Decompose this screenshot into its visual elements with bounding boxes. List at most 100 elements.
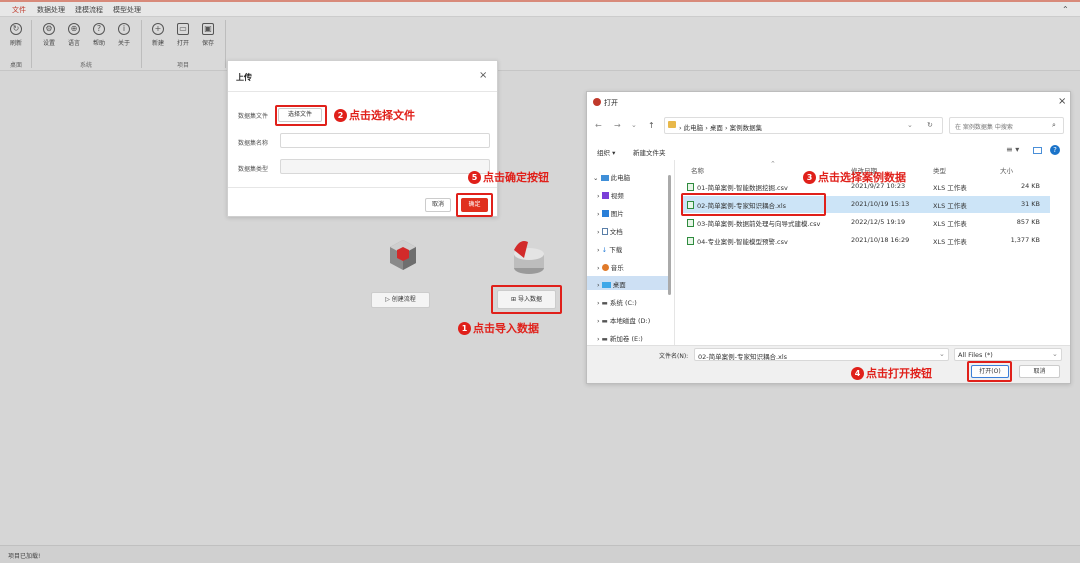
help-button[interactable]: ? 帮助 <box>88 21 110 47</box>
nav-music[interactable]: › 音乐 <box>597 262 624 272</box>
nav-this-pc[interactable]: ⌄ 此电脑 <box>593 172 630 182</box>
close-icon[interactable]: × <box>1058 96 1066 107</box>
forward-arrow-icon[interactable]: → <box>614 121 621 130</box>
create-flow-button[interactable]: ▷ 创建流程 <box>371 292 430 308</box>
file-type-select[interactable]: All Files (*) ⌄ <box>954 348 1062 361</box>
menu-bar: 文件 数据处理 建模流程 模型处理 ⌃ <box>0 0 1080 17</box>
dataset-name-input[interactable] <box>280 133 490 148</box>
desktop-icon <box>601 282 611 288</box>
about-button[interactable]: i 关于 <box>113 21 135 47</box>
new-folder-button[interactable]: 新建文件夹 <box>633 147 666 157</box>
back-arrow-icon[interactable]: ← <box>595 121 602 130</box>
group-label-system: 系统 <box>80 62 93 69</box>
breadcrumb: › 此电脑 › 桌面 › 案例数据集 <box>679 124 763 132</box>
save-icon: ▣ <box>202 23 214 35</box>
upload-dialog: 上传 × 数据集文件 选择文件 数据集名称 数据集类型 取消 确定 <box>227 60 498 217</box>
music-icon <box>601 264 609 271</box>
file-list: ⌃ 名称 修改日期 类型 大小 01-简单案例-智能数据挖掘.csv 2021/… <box>681 160 1050 345</box>
group-label-project: 项目 <box>177 62 190 69</box>
ribbon-separator <box>225 20 226 68</box>
status-text: 项目已加载! <box>8 553 41 560</box>
organize-menu[interactable]: 组织 ▾ <box>597 147 615 157</box>
address-bar[interactable]: › 此电脑 › 桌面 › 案例数据集 ⌄ ↻ <box>664 117 943 134</box>
file-row[interactable]: 04-专业案例-智能模型预警.csv 2021/10/18 16:29 XLS … <box>681 232 1050 249</box>
video-icon <box>601 192 609 199</box>
sort-chevron-icon: ⌃ <box>770 160 776 168</box>
collapse-ribbon-icon[interactable]: ⌃ <box>1062 5 1069 14</box>
nav-videos[interactable]: › 视频 <box>597 190 624 200</box>
nav-documents[interactable]: › 文档 <box>597 226 623 236</box>
column-size[interactable]: 大小 <box>1000 165 1013 175</box>
nav-drive-d[interactable]: › ▬ 本地磁盘 (D:) <box>597 315 650 325</box>
highlight-open-button <box>967 361 1012 382</box>
document-icon <box>601 228 608 235</box>
annotation-step-3: 3 点击选择案例数据 <box>803 169 906 185</box>
refresh-button[interactable]: ↻ 刷新 <box>5 21 27 47</box>
nav-scrollbar[interactable] <box>668 175 671 295</box>
filename-label: 文件名(N): <box>659 353 689 360</box>
plus-icon: + <box>152 23 164 35</box>
nav-desktop[interactable]: › 桌面 <box>597 279 626 289</box>
column-name[interactable]: 名称 <box>691 165 704 175</box>
nav-pictures[interactable]: › 图片 <box>597 208 624 218</box>
computer-icon <box>600 175 609 181</box>
create-flow-cube-icon <box>388 238 418 272</box>
drive-icon: ▬ <box>601 335 608 343</box>
dataset-name-label: 数据集名称 <box>238 140 269 147</box>
spreadsheet-icon <box>687 219 694 227</box>
chevron-down-icon[interactable]: ⌄ <box>939 350 945 358</box>
menu-modeling-flow[interactable]: 建模流程 <box>75 5 103 15</box>
drive-icon: ▬ <box>601 317 608 325</box>
ribbon-separator <box>141 20 142 68</box>
settings-button[interactable]: ⚙ 设置 <box>38 21 60 47</box>
open-file-dialog: 打开 × ← → ⌄ ↑ › 此电脑 › 桌面 › 案例数据集 ⌄ ↻ 在 案例… <box>586 91 1071 384</box>
language-button[interactable]: ⊕ 语言 <box>63 21 85 47</box>
help-icon[interactable]: ? <box>1050 145 1060 155</box>
status-bar: 项目已加载! <box>0 545 1080 563</box>
filename-input[interactable]: 02-简单案例-专家知识耦合.xls ⌄ <box>694 348 949 361</box>
globe-icon: ⊕ <box>68 23 80 35</box>
close-icon[interactable]: × <box>479 70 487 81</box>
cancel-button[interactable]: 取消 <box>1019 365 1060 378</box>
annotation-step-4: 4 点击打开按钮 <box>851 365 932 381</box>
highlight-confirm <box>456 193 493 217</box>
app-icon <box>593 98 601 106</box>
chevron-down-icon[interactable]: ⌄ <box>907 121 913 129</box>
search-input[interactable]: 在 案例数据集 中搜索 ⌕ <box>949 117 1064 134</box>
cancel-button[interactable]: 取消 <box>425 198 451 212</box>
help-icon: ? <box>93 23 105 35</box>
file-row[interactable]: 03-简单案例-数据前处理与向导式建模.csv 2022/12/5 19:19 … <box>681 214 1050 231</box>
download-icon: ↓ <box>601 246 608 254</box>
save-project-button[interactable]: ▣ 保存 <box>197 21 219 47</box>
nav-drive-c[interactable]: › ▬ 系统 (C:) <box>597 297 637 307</box>
import-data-database-icon <box>510 238 546 276</box>
drive-icon: ▬ <box>601 299 608 307</box>
chevron-down-icon[interactable]: ⌄ <box>631 121 637 129</box>
annotation-step-5: 5 点击确定按钮 <box>468 169 549 185</box>
upload-dialog-title: 上传 <box>236 73 252 82</box>
navigation-pane: ⌄ 此电脑 › 视频 › 图片 › 文档 › ↓ 下载 › 音乐 › 桌面 › … <box>587 160 675 345</box>
ribbon-separator <box>31 20 32 68</box>
nav-downloads[interactable]: › ↓ 下载 <box>597 244 622 254</box>
dataset-type-select[interactable] <box>280 159 490 174</box>
new-project-button[interactable]: + 新建 <box>147 21 169 47</box>
view-options-icon[interactable]: ≡ ▾ <box>1006 145 1019 154</box>
menu-data-processing[interactable]: 数据处理 <box>37 5 65 15</box>
open-dialog-title: 打开 <box>604 99 618 107</box>
up-arrow-icon[interactable]: ↑ <box>648 121 655 130</box>
search-icon: ⌕ <box>1052 121 1056 129</box>
menu-model-processing[interactable]: 模型处理 <box>113 5 141 15</box>
refresh-icon[interactable]: ↻ <box>927 121 933 129</box>
column-type[interactable]: 类型 <box>933 165 946 175</box>
nav-drive-e[interactable]: › ▬ 新加卷 (E:) <box>597 333 643 343</box>
ribbon-toolbar: ↻ 刷新 ⚙ 设置 ⊕ 语言 ? 帮助 i 关于 + 新建 ▭ 打开 ▣ 保存 … <box>0 17 1080 71</box>
chevron-down-icon[interactable]: ⌄ <box>1052 350 1058 358</box>
info-icon: i <box>118 23 130 35</box>
open-project-button[interactable]: ▭ 打开 <box>172 21 194 47</box>
preview-pane-icon[interactable] <box>1033 147 1042 154</box>
refresh-icon: ↻ <box>10 23 22 35</box>
group-label-desktop: 桌面 <box>10 62 23 69</box>
menu-file[interactable]: 文件 <box>12 5 26 15</box>
spreadsheet-icon <box>687 237 694 245</box>
annotation-step-2: 2 点击选择文件 <box>334 107 415 123</box>
